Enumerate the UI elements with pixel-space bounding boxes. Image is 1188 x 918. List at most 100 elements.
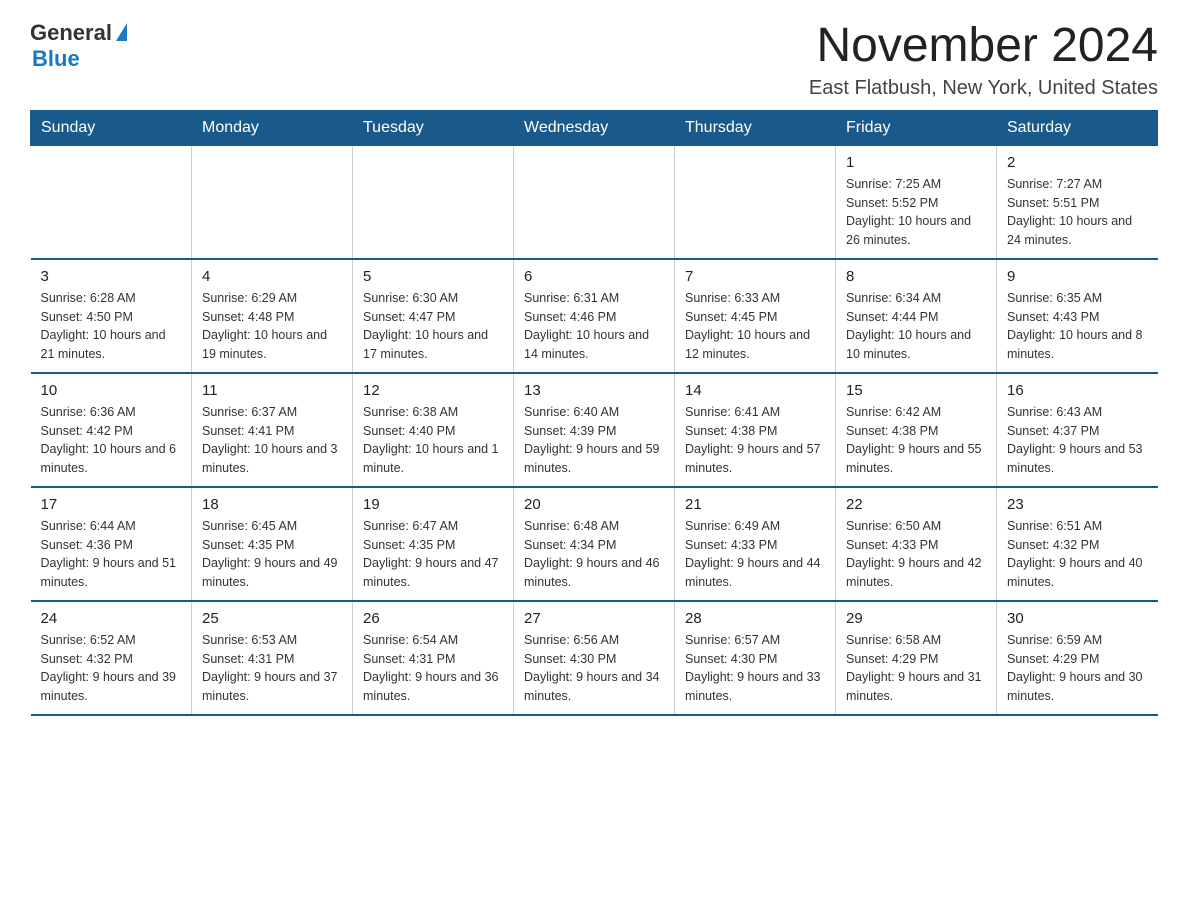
calendar-cell: 28Sunrise: 6:57 AMSunset: 4:30 PMDayligh… (675, 601, 836, 715)
day-info: Sunrise: 6:29 AMSunset: 4:48 PMDaylight:… (202, 289, 342, 364)
day-info: Sunrise: 6:59 AMSunset: 4:29 PMDaylight:… (1007, 631, 1148, 706)
day-number: 19 (363, 496, 503, 513)
day-of-week-header: Tuesday (353, 110, 514, 145)
day-info: Sunrise: 6:28 AMSunset: 4:50 PMDaylight:… (41, 289, 182, 364)
day-number: 17 (41, 496, 182, 513)
calendar-cell: 4 Sunrise: 6:29 AMSunset: 4:48 PMDaylight… (192, 259, 353, 373)
day-info: Sunrise: 6:38 AMSunset: 4:40 PMDaylight:… (363, 403, 503, 478)
calendar-cell: 13 Sunrise: 6:40 AMSunset: 4:39 PMDayligh… (514, 373, 675, 487)
logo-triangle-icon (116, 23, 127, 41)
calendar-cell: 25 Sunrise: 6:53 AMSunset: 4:31 PMDayligh… (192, 601, 353, 715)
page-header: General Blue November 2024 East Flatbush… (30, 20, 1158, 100)
calendar-cell: 26Sunrise: 6:54 AMSunset: 4:31 PMDayligh… (353, 601, 514, 715)
day-number: 2 (1007, 154, 1148, 171)
day-number: 16 (1007, 382, 1148, 399)
days-of-week-row: SundayMondayTuesdayWednesdayThursdayFrid… (31, 110, 1158, 145)
day-number: 5 (363, 268, 503, 285)
day-number: 3 (41, 268, 182, 285)
calendar-cell: 9Sunrise: 6:35 AMSunset: 4:43 PMDaylight… (997, 259, 1158, 373)
day-info: Sunrise: 6:34 AMSunset: 4:44 PMDaylight:… (846, 289, 986, 364)
month-title: November 2024 (809, 20, 1158, 73)
day-info: Sunrise: 6:40 AMSunset: 4:39 PMDaylight:… (524, 403, 664, 478)
calendar-cell: 14 Sunrise: 6:41 AMSunset: 4:38 PMDayligh… (675, 373, 836, 487)
day-number: 13 (524, 382, 664, 399)
day-info: Sunrise: 6:31 AMSunset: 4:46 PMDaylight:… (524, 289, 664, 364)
day-number: 27 (524, 610, 664, 627)
day-number: 21 (685, 496, 825, 513)
day-of-week-header: Saturday (997, 110, 1158, 145)
day-info: Sunrise: 6:56 AMSunset: 4:30 PMDaylight:… (524, 631, 664, 706)
day-number: 12 (363, 382, 503, 399)
calendar-cell: 7Sunrise: 6:33 AMSunset: 4:45 PMDaylight… (675, 259, 836, 373)
day-info: Sunrise: 7:27 AMSunset: 5:51 PMDaylight:… (1007, 175, 1148, 250)
day-number: 4 (202, 268, 342, 285)
day-info: Sunrise: 6:44 AMSunset: 4:36 PMDaylight:… (41, 517, 182, 592)
day-info: Sunrise: 6:49 AMSunset: 4:33 PMDaylight:… (685, 517, 825, 592)
calendar-cell: 11Sunrise: 6:37 AMSunset: 4:41 PMDayligh… (192, 373, 353, 487)
day-number: 11 (202, 382, 342, 399)
day-of-week-header: Thursday (675, 110, 836, 145)
calendar-cell (192, 145, 353, 259)
day-number: 8 (846, 268, 986, 285)
day-number: 15 (846, 382, 986, 399)
calendar-cell: 10 Sunrise: 6:36 AMSunset: 4:42 PMDayligh… (31, 373, 192, 487)
day-number: 30 (1007, 610, 1148, 627)
calendar-cell: 6 Sunrise: 6:31 AMSunset: 4:46 PMDaylight… (514, 259, 675, 373)
calendar-cell: 23 Sunrise: 6:51 AMSunset: 4:32 PMDayligh… (997, 487, 1158, 601)
day-number: 7 (685, 268, 825, 285)
calendar-header: SundayMondayTuesdayWednesdayThursdayFrid… (31, 110, 1158, 145)
logo: General Blue (30, 20, 127, 72)
logo-blue-text: Blue (32, 46, 80, 72)
day-info: Sunrise: 6:30 AMSunset: 4:47 PMDaylight:… (363, 289, 503, 364)
day-info: Sunrise: 6:51 AMSunset: 4:32 PMDaylight:… (1007, 517, 1148, 592)
calendar-cell: 30 Sunrise: 6:59 AMSunset: 4:29 PMDayligh… (997, 601, 1158, 715)
calendar-table: SundayMondayTuesdayWednesdayThursdayFrid… (30, 110, 1158, 716)
calendar-week-row: 10 Sunrise: 6:36 AMSunset: 4:42 PMDayligh… (31, 373, 1158, 487)
day-info: Sunrise: 6:35 AMSunset: 4:43 PMDaylight:… (1007, 289, 1148, 364)
calendar-cell: 5 Sunrise: 6:30 AMSunset: 4:47 PMDaylight… (353, 259, 514, 373)
day-number: 14 (685, 382, 825, 399)
calendar-cell: 19Sunrise: 6:47 AMSunset: 4:35 PMDayligh… (353, 487, 514, 601)
day-of-week-header: Sunday (31, 110, 192, 145)
calendar-cell: 20 Sunrise: 6:48 AMSunset: 4:34 PMDayligh… (514, 487, 675, 601)
calendar-cell (31, 145, 192, 259)
calendar-cell: 22 Sunrise: 6:50 AMSunset: 4:33 PMDayligh… (836, 487, 997, 601)
calendar-cell: 8 Sunrise: 6:34 AMSunset: 4:44 PMDaylight… (836, 259, 997, 373)
day-number: 10 (41, 382, 182, 399)
day-info: Sunrise: 6:43 AMSunset: 4:37 PMDaylight:… (1007, 403, 1148, 478)
day-number: 1 (846, 154, 986, 171)
day-info: Sunrise: 6:48 AMSunset: 4:34 PMDaylight:… (524, 517, 664, 592)
day-number: 22 (846, 496, 986, 513)
calendar-cell: 29Sunrise: 6:58 AMSunset: 4:29 PMDayligh… (836, 601, 997, 715)
day-number: 23 (1007, 496, 1148, 513)
calendar-cell (675, 145, 836, 259)
day-number: 28 (685, 610, 825, 627)
day-info: Sunrise: 6:36 AMSunset: 4:42 PMDaylight:… (41, 403, 182, 478)
day-info: Sunrise: 6:45 AMSunset: 4:35 PMDaylight:… (202, 517, 342, 592)
calendar-cell: 24Sunrise: 6:52 AMSunset: 4:32 PMDayligh… (31, 601, 192, 715)
day-info: Sunrise: 6:50 AMSunset: 4:33 PMDaylight:… (846, 517, 986, 592)
day-number: 18 (202, 496, 342, 513)
calendar-cell: 12 Sunrise: 6:38 AMSunset: 4:40 PMDayligh… (353, 373, 514, 487)
calendar-cell (514, 145, 675, 259)
day-of-week-header: Wednesday (514, 110, 675, 145)
day-number: 25 (202, 610, 342, 627)
day-number: 6 (524, 268, 664, 285)
calendar-cell: 3 Sunrise: 6:28 AMSunset: 4:50 PMDaylight… (31, 259, 192, 373)
day-info: Sunrise: 6:52 AMSunset: 4:32 PMDaylight:… (41, 631, 182, 706)
title-block: November 2024 East Flatbush, New York, U… (809, 20, 1158, 100)
day-of-week-header: Monday (192, 110, 353, 145)
calendar-cell: 21 Sunrise: 6:49 AMSunset: 4:33 PMDayligh… (675, 487, 836, 601)
calendar-cell: 1 Sunrise: 7:25 AMSunset: 5:52 PMDaylight… (836, 145, 997, 259)
day-number: 29 (846, 610, 986, 627)
day-info: Sunrise: 6:54 AMSunset: 4:31 PMDaylight:… (363, 631, 503, 706)
calendar-week-row: 24Sunrise: 6:52 AMSunset: 4:32 PMDayligh… (31, 601, 1158, 715)
calendar-cell: 2 Sunrise: 7:27 AMSunset: 5:51 PMDaylight… (997, 145, 1158, 259)
day-info: Sunrise: 7:25 AMSunset: 5:52 PMDaylight:… (846, 175, 986, 250)
calendar-cell: 16 Sunrise: 6:43 AMSunset: 4:37 PMDayligh… (997, 373, 1158, 487)
logo-general-text: General (30, 20, 112, 46)
day-info: Sunrise: 6:41 AMSunset: 4:38 PMDaylight:… (685, 403, 825, 478)
day-info: Sunrise: 6:53 AMSunset: 4:31 PMDaylight:… (202, 631, 342, 706)
calendar-cell (353, 145, 514, 259)
day-number: 20 (524, 496, 664, 513)
